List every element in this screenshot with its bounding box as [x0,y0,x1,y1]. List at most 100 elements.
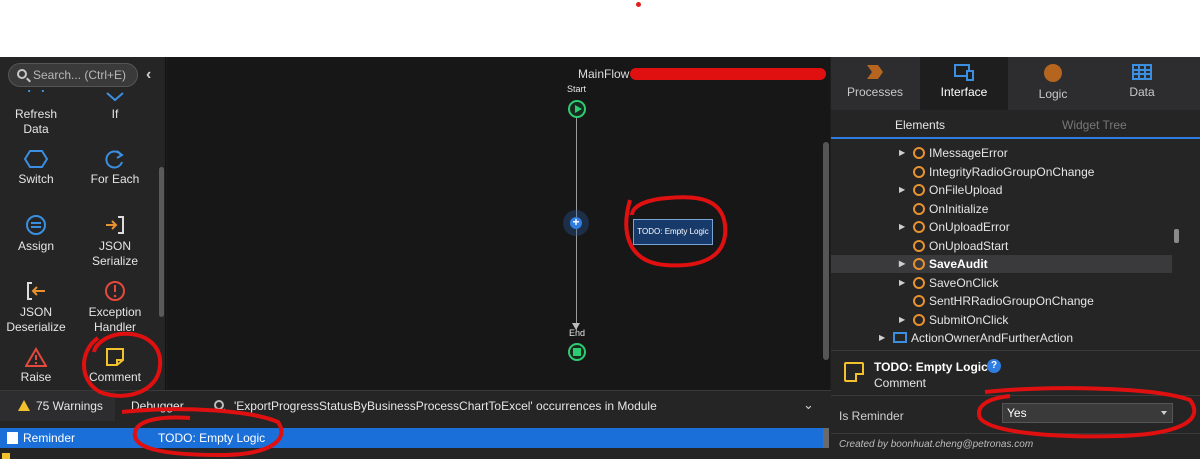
reminder-icon [7,432,18,444]
canvas-scrollbar[interactable] [823,142,829,360]
toolbox-search-input[interactable]: Search... (Ctrl+E) [8,63,138,87]
tab-label: Data [1129,85,1155,99]
bottom-panel: 75 Warnings Debugger 'ExportProgressStat… [0,390,831,459]
chevron-down-icon[interactable]: ⌄ [803,397,814,413]
expand-caret-icon[interactable]: ▶ [899,144,905,162]
client-action-icon [913,295,925,307]
tool-label: JSON Serialize [91,239,139,268]
tool-for-each[interactable]: For Each [80,149,150,187]
processes-icon [867,65,883,79]
toolbox-scrollbar[interactable] [159,167,164,317]
tool-if[interactable]: If [80,90,150,122]
logic-icon [1044,64,1062,82]
json-serialize-icon [106,216,124,234]
expand-caret-icon[interactable]: ▶ [899,218,905,236]
tab-debugger[interactable]: Debugger [131,391,184,421]
toolbox-search-placeholder: Search... (Ctrl+E) [33,68,127,82]
tool-refresh-data[interactable]: Refresh Data [1,90,71,137]
tree-item[interactable]: ▶ OnFileUpload [831,181,1172,199]
tool-label: Switch [18,172,54,186]
client-action-icon [913,258,925,270]
tool-label: Comment [88,370,141,384]
search-icon [17,69,27,79]
subtab-elements[interactable]: Elements [895,118,945,132]
tree-item[interactable]: ▶ SaveOnClick [831,274,1172,292]
plus-icon: + [572,215,580,229]
tree-item-label: OnInitialize [929,202,989,216]
tree-item[interactable]: ▶ SubmitOnClick [831,311,1172,329]
help-icon[interactable]: ? [987,359,1001,373]
tool-exception-handler[interactable]: Exception Handler [80,280,150,335]
tab-data[interactable]: Data [1098,57,1186,110]
tree-item-label: IntegrityRadioGroupOnChange [929,165,1095,179]
is-reminder-select[interactable]: Yes [1002,403,1173,423]
tree-item[interactable]: IntegrityRadioGroupOnChange [831,163,1172,181]
tree-item[interactable]: SentHRRadioGroupOnChange [831,292,1172,310]
tool-label: If [111,107,119,121]
redaction-mark [630,68,826,80]
warning-row[interactable] [0,451,824,459]
expand-caret-icon[interactable]: ▶ [899,311,905,329]
expand-caret-icon[interactable]: ▶ [899,181,905,199]
tab-processes[interactable]: Processes [831,57,919,110]
tool-comment[interactable]: Comment [80,347,150,385]
expand-caret-icon[interactable]: ▶ [899,255,905,273]
insert-node-button[interactable]: + [563,210,589,236]
subtab-widget-tree[interactable]: Widget Tree [1062,118,1127,132]
expand-caret-icon[interactable]: ▶ [879,329,885,347]
raise-icon [25,347,47,367]
warning-icon [18,400,30,411]
tree-item-label: ActionOwnerAndFurtherAction [911,331,1074,345]
tree-item-label: SaveAudit [929,257,988,271]
comment-icon [106,348,124,366]
json-deserialize-icon [27,282,45,300]
tool-label: For Each [90,172,140,186]
tree-item[interactable]: ▶ OnUploadError [831,218,1172,236]
client-action-icon [913,147,925,159]
tree-item-selected[interactable]: ▶ SaveAudit [831,255,1172,273]
bottom-scrollbar[interactable] [823,428,829,448]
dropdown-arrow-icon [1161,411,1167,415]
warning-row[interactable]: Reminder TODO: Empty Logic [0,428,824,448]
divider [831,395,1200,396]
is-reminder-value: Yes [1007,406,1027,420]
end-node-icon[interactable] [568,343,586,361]
tree-item[interactable]: OnUploadStart [831,237,1172,255]
app-window: Search... (Ctrl+E) ‹ Refresh Data If Swi… [0,57,1200,459]
warning-type: Reminder [23,431,76,445]
created-by-text: Created by boonhuat.cheng@petronas.com [839,439,1034,450]
search-icon [214,400,224,410]
tree-item[interactable]: OnInitialize [831,200,1172,218]
client-action-icon [913,221,925,233]
tool-json-deserialize[interactable]: JSON Deserialize [1,280,71,335]
is-reminder-label: Is Reminder [839,409,904,423]
tool-json-serialize[interactable]: JSON Serialize [80,214,150,269]
tree-item[interactable]: ▶ ActionOwnerAndFurtherAction [831,329,1172,347]
interface-icon [954,64,974,81]
red-dot-mark [636,2,641,7]
tool-assign[interactable]: Assign [1,214,71,254]
tab-logic[interactable]: Logic [1009,57,1097,110]
collapse-toolbox-icon[interactable]: ‹ [146,66,151,84]
comment-node[interactable]: TODO: Empty Logic [633,219,713,245]
tool-label: Refresh Data [14,107,58,136]
tree-scrollbar[interactable] [1174,229,1179,243]
tool-raise[interactable]: Raise [1,347,71,385]
elements-tree: ▶ IMessageError IntegrityRadioGroupOnCha… [831,141,1172,347]
tree-item-label: SubmitOnClick [929,313,1009,327]
tab-search-results[interactable]: 'ExportProgressStatusByBusinessProcessCh… [234,391,657,421]
expand-caret-icon[interactable]: ▶ [899,274,905,292]
tree-item-label: OnUploadError [929,220,1010,234]
tool-switch[interactable]: Switch [1,149,71,187]
tab-interface[interactable]: Interface [920,57,1008,110]
end-label: End [569,328,586,338]
for-each-icon [105,150,124,169]
right-panel: Processes Interface Logic Data Elements … [831,57,1200,459]
flow-canvas[interactable]: MainFlow Start + TODO: Empty Logic End [167,57,830,390]
tab-warnings[interactable]: 75 Warnings [0,391,115,421]
switch-icon [24,150,48,168]
start-node-icon[interactable] [568,100,586,118]
tree-item[interactable]: ▶ IMessageError [831,144,1172,162]
properties-panel: TODO: Empty Logic ? Comment Is Reminder … [831,350,1200,459]
screen-icon [893,332,907,343]
